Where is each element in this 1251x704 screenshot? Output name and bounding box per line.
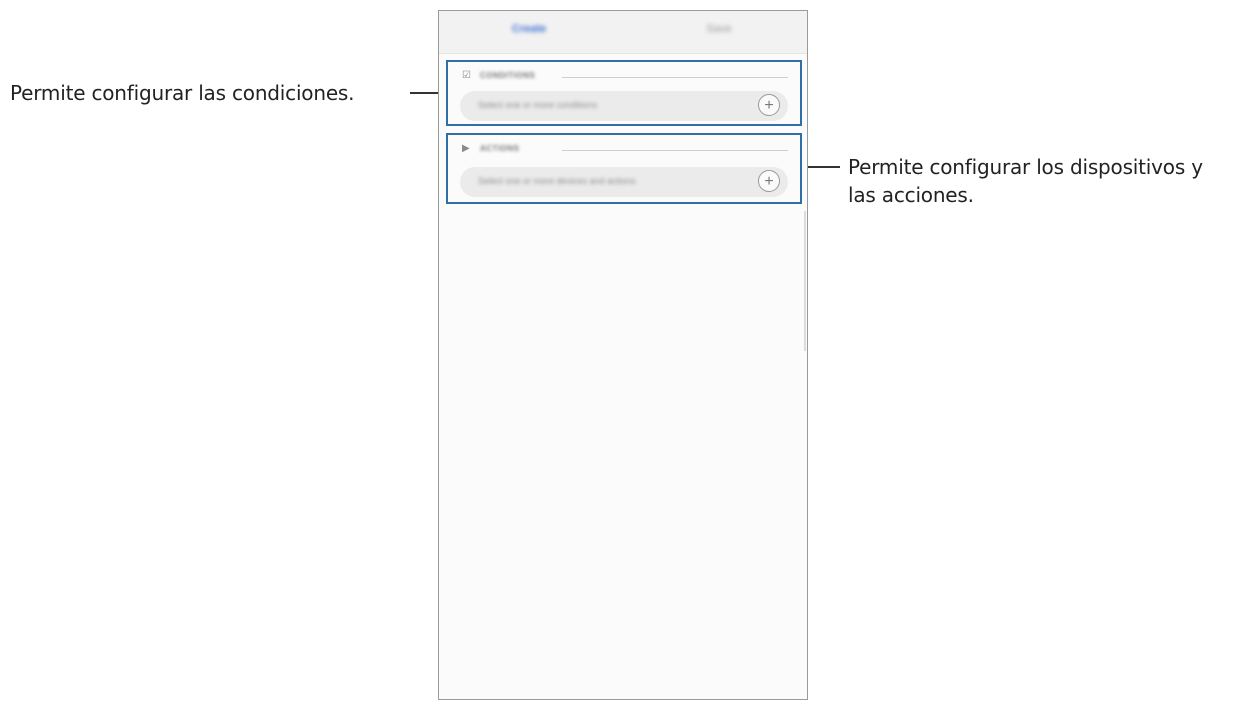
conditions-header: ☑ CONDITIONS (462, 70, 788, 83)
add-action-field[interactable]: Select one or more devices and actions + (460, 167, 788, 197)
play-icon: ▶ (462, 143, 470, 154)
actions-title: ACTIONS (480, 144, 520, 153)
condition-placeholder: Select one or more conditions (478, 100, 598, 110)
actions-header: ▶ ACTIONS (462, 143, 788, 156)
tab-create[interactable]: Create (499, 23, 559, 35)
leader-line-actions (806, 166, 840, 168)
callout-conditions: Permite configurar las condiciones. (10, 81, 355, 105)
add-action-button[interactable]: + (758, 170, 780, 192)
divider (562, 150, 788, 151)
plus-icon: + (764, 173, 774, 190)
conditions-title: CONDITIONS (480, 71, 536, 80)
tab-save[interactable]: Save (689, 23, 749, 35)
plus-icon: + (764, 97, 774, 114)
callout-actions: Permite configurar los dispositivos y la… (848, 153, 1248, 209)
phone-screen: Create Save ☑ CONDITIONS Select one or m… (438, 10, 808, 700)
checkbox-icon: ☑ (462, 70, 471, 81)
scrollbar[interactable] (804, 211, 806, 351)
callout-actions-line2: las acciones. (848, 183, 974, 207)
divider (562, 77, 788, 78)
callout-actions-line1: Permite configurar los dispositivos y (848, 155, 1203, 179)
add-condition-button[interactable]: + (758, 94, 780, 116)
add-condition-field[interactable]: Select one or more conditions + (460, 91, 788, 121)
tab-bar: Create Save (439, 11, 807, 54)
actions-section: ▶ ACTIONS Select one or more devices and… (446, 133, 802, 204)
conditions-section: ☑ CONDITIONS Select one or more conditio… (446, 60, 802, 126)
action-placeholder: Select one or more devices and actions (478, 176, 636, 186)
